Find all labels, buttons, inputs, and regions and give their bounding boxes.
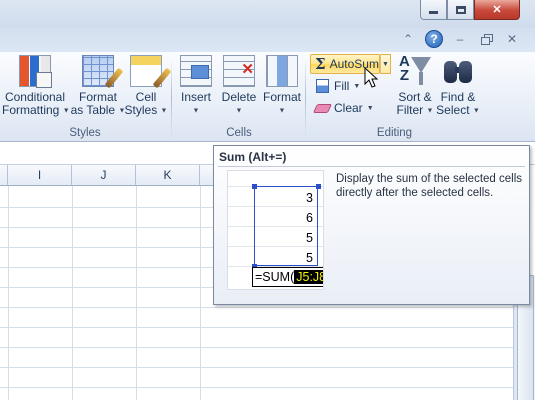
format-label: Format <box>262 90 301 104</box>
group-separator <box>171 58 172 138</box>
dropdown-arrow-icon: ▼ <box>278 107 286 115</box>
example-value: 5 <box>306 231 313 245</box>
cells-group-label: Cells <box>226 127 252 139</box>
format-as-table-label-2: as Table <box>70 103 116 117</box>
autosum-dropdown-button[interactable]: ▼ <box>380 54 391 74</box>
minimize-ribbon-chevron-icon[interactable]: ⌃ <box>399 30 417 48</box>
example-formula: =SUM(J5:J8) <box>252 267 323 287</box>
maximize-button[interactable] <box>447 0 474 20</box>
fill-button[interactable]: Fill ▼ <box>310 76 364 96</box>
clear-button[interactable]: Clear ▼ <box>310 98 378 118</box>
format-button[interactable]: Format ▼ <box>260 55 304 117</box>
find-select-label-2: Select <box>436 103 470 117</box>
formula-prefix: =SUM( <box>255 270 295 284</box>
delete-button[interactable]: Delete ▼ <box>218 55 260 117</box>
sort-filter-button[interactable]: AZ Sort & Filter ▼ <box>394 54 436 117</box>
workbook-close-icon[interactable]: ✕ <box>503 30 521 48</box>
formula-range-ref: J5:J8 <box>294 270 323 284</box>
tooltip-description: Display the sum of the selected cells di… <box>336 173 523 199</box>
conditional-formatting-icon <box>19 55 52 88</box>
column-header-partial[interactable] <box>0 165 8 186</box>
delete-label: Delete <box>221 90 257 104</box>
cells-group: Insert ▼ Delete ▼ Format ▼ Cells <box>173 52 305 142</box>
sort-filter-icon: AZ <box>399 54 431 87</box>
cell-styles-icon <box>130 55 162 87</box>
dropdown-arrow-icon: ▼ <box>366 104 374 112</box>
styles-group-label: Styles <box>69 127 101 139</box>
close-icon: ✕ <box>492 4 502 16</box>
insert-label: Insert <box>180 90 211 104</box>
minimize-icon <box>429 11 438 14</box>
styles-group: Conditional Formatting ▼ Format as Table… <box>0 52 170 142</box>
maximize-icon <box>455 5 466 14</box>
find-select-button[interactable]: Find & Select ▼ <box>436 55 480 117</box>
clear-label: Clear <box>334 101 363 115</box>
column-header-i[interactable]: I <box>8 165 72 186</box>
cell-styles-button[interactable]: Cell Styles ▼ <box>124 55 168 117</box>
dropdown-arrow-icon: ▼ <box>382 60 389 68</box>
fill-label: Fill <box>334 79 350 93</box>
dropdown-arrow-icon: ▼ <box>62 107 70 115</box>
ribbon-tab-row: ⌃ ? – ✕ <box>0 28 535 52</box>
insert-button[interactable]: Insert ▼ <box>175 55 217 117</box>
workbook-restore-icon[interactable] <box>477 30 495 48</box>
window-controls: ✕ <box>420 0 520 20</box>
ribbon: Conditional Formatting ▼ Format as Table… <box>0 52 535 142</box>
sigma-icon: Σ <box>315 55 326 73</box>
ribbon-help-controls: ⌃ ? – ✕ <box>399 30 521 48</box>
cell-styles-label-2: Styles <box>124 103 158 117</box>
example-value: 3 <box>306 191 313 205</box>
binoculars-icon <box>442 55 474 87</box>
format-cells-icon <box>266 55 298 87</box>
conditional-formatting-label-2: Formatting <box>2 103 60 117</box>
dropdown-arrow-icon: ▼ <box>160 107 168 115</box>
format-as-table-icon <box>82 55 114 87</box>
minimize-button[interactable] <box>420 0 447 20</box>
column-header-k[interactable]: K <box>136 165 200 186</box>
fill-down-icon <box>315 79 329 93</box>
autosum-tooltip: Sum (Alt+=) 3 6 5 5 =SUM(J5:J8) Display … <box>213 145 530 305</box>
group-separator <box>305 58 306 138</box>
editing-group: Σ AutoSum Fill ▼ Clear ▼ AZ Sort & Filte… <box>307 52 482 142</box>
title-bar: ✕ <box>0 0 535 28</box>
delete-cells-icon <box>223 55 255 87</box>
conditional-formatting-button[interactable]: Conditional Formatting ▼ <box>2 55 70 117</box>
sort-filter-label-2: Filter <box>396 103 424 117</box>
dropdown-arrow-icon: ▼ <box>353 82 361 90</box>
example-value: 6 <box>306 211 313 225</box>
column-header-j[interactable]: J <box>72 165 136 186</box>
insert-cells-icon <box>180 55 212 87</box>
close-button[interactable]: ✕ <box>474 0 520 20</box>
workbook-minimize-icon[interactable]: – <box>451 30 469 48</box>
help-icon[interactable]: ? <box>425 30 443 48</box>
format-as-table-button[interactable]: Format as Table ▼ <box>70 55 126 117</box>
mouse-pointer-icon <box>364 67 379 88</box>
example-value: 5 <box>306 251 313 265</box>
dropdown-arrow-icon: ▼ <box>426 107 434 115</box>
tooltip-example-picture: 3 6 5 5 =SUM(J5:J8) <box>227 170 324 290</box>
dropdown-arrow-icon: ▼ <box>192 107 200 115</box>
editing-group-label: Editing <box>376 127 413 139</box>
dropdown-arrow-icon: ▼ <box>472 107 480 115</box>
dropdown-arrow-icon: ▼ <box>235 107 243 115</box>
eraser-icon <box>312 103 332 113</box>
tooltip-title: Sum (Alt+=) <box>219 150 287 164</box>
